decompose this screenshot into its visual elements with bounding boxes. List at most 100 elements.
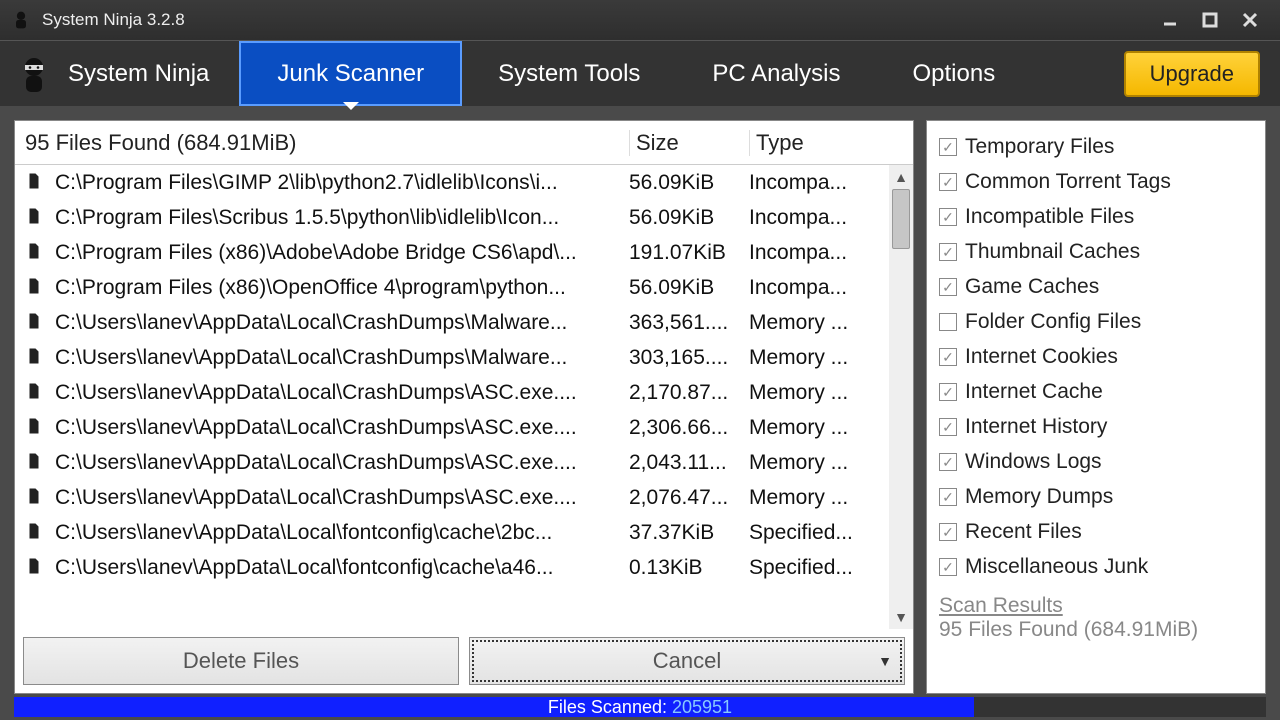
ninja-icon (14, 54, 54, 94)
filter-recent-files[interactable]: Recent Files (939, 514, 1253, 549)
filter-miscellaneous-junk[interactable]: Miscellaneous Junk (939, 549, 1253, 584)
titlebar[interactable]: System Ninja 3.2.8 (0, 0, 1280, 40)
table-row[interactable]: C:\Users\lanev\AppData\Local\fontconfig\… (15, 515, 889, 550)
filter-label: Temporary Files (965, 135, 1114, 159)
row-size: 37.37KiB (629, 521, 749, 545)
checkbox[interactable] (939, 523, 957, 541)
upgrade-button[interactable]: Upgrade (1124, 51, 1260, 97)
filter-windows-logs[interactable]: Windows Logs (939, 444, 1253, 479)
table-row[interactable]: C:\Program Files (x86)\OpenOffice 4\prog… (15, 270, 889, 305)
progress-label: Files Scanned: (548, 697, 667, 717)
progress-fill (14, 697, 974, 717)
checkbox[interactable] (939, 173, 957, 191)
row-size: 2,076.47... (629, 486, 749, 510)
checkbox[interactable] (939, 558, 957, 576)
table-row[interactable]: C:\Program Files\Scribus 1.5.5\python\li… (15, 200, 889, 235)
file-icon (25, 557, 47, 579)
checkbox[interactable] (939, 138, 957, 156)
filter-incompatible-files[interactable]: Incompatible Files (939, 199, 1253, 234)
table-row[interactable]: C:\Users\lanev\AppData\Local\fontconfig\… (15, 550, 889, 585)
filter-label: Windows Logs (965, 450, 1102, 474)
maximize-button[interactable] (1190, 6, 1230, 34)
row-type: Memory ... (749, 311, 889, 335)
brand-label: System Ninja (68, 60, 209, 88)
header-size[interactable]: Size (629, 130, 749, 156)
table-row[interactable]: C:\Users\lanev\AppData\Local\CrashDumps\… (15, 445, 889, 480)
row-type: Incompa... (749, 206, 889, 230)
tab-system-tools[interactable]: System Tools (462, 41, 676, 106)
row-type: Incompa... (749, 276, 889, 300)
filter-thumbnail-caches[interactable]: Thumbnail Caches (939, 234, 1253, 269)
checkbox[interactable] (939, 488, 957, 506)
app-window: System Ninja 3.2.8 System Ninja Junk Sca… (0, 0, 1280, 720)
filter-internet-history[interactable]: Internet History (939, 409, 1253, 444)
table-row[interactable]: C:\Users\lanev\AppData\Local\CrashDumps\… (15, 375, 889, 410)
checkbox[interactable] (939, 278, 957, 296)
row-path: C:\Users\lanev\AppData\Local\CrashDumps\… (55, 451, 629, 475)
app-icon (10, 9, 32, 31)
chevron-down-icon[interactable]: ▼ (878, 653, 892, 669)
vertical-scrollbar[interactable]: ▲ ▼ (889, 165, 913, 629)
file-icon (25, 242, 47, 264)
scan-results-link[interactable]: Scan Results (939, 594, 1253, 618)
header-type[interactable]: Type (749, 130, 889, 156)
table-row[interactable]: C:\Users\lanev\AppData\Local\CrashDumps\… (15, 410, 889, 445)
row-type: Memory ... (749, 451, 889, 475)
delete-files-button[interactable]: Delete Files (23, 637, 459, 685)
close-button[interactable] (1230, 6, 1270, 34)
filter-label: Memory Dumps (965, 485, 1113, 509)
row-size: 0.13KiB (629, 556, 749, 580)
table-row[interactable]: C:\Users\lanev\AppData\Local\CrashDumps\… (15, 480, 889, 515)
progress-text: Files Scanned: 205951 (548, 697, 732, 718)
file-icon (25, 207, 47, 229)
file-icon (25, 312, 47, 334)
checkbox[interactable] (939, 208, 957, 226)
tab-pc-analysis[interactable]: PC Analysis (676, 41, 876, 106)
results-list[interactable]: C:\Program Files\GIMP 2\lib\python2.7\id… (15, 165, 889, 629)
checkbox[interactable] (939, 313, 957, 331)
row-size: 2,170.87... (629, 381, 749, 405)
table-row[interactable]: C:\Program Files\GIMP 2\lib\python2.7\id… (15, 165, 889, 200)
tab-junk-scanner[interactable]: Junk Scanner (239, 41, 462, 106)
filter-memory-dumps[interactable]: Memory Dumps (939, 479, 1253, 514)
row-type: Specified... (749, 556, 889, 580)
file-icon (25, 522, 47, 544)
table-row[interactable]: C:\Users\lanev\AppData\Local\CrashDumps\… (15, 340, 889, 375)
filter-label: Game Caches (965, 275, 1099, 299)
checkbox[interactable] (939, 418, 957, 436)
row-path: C:\Users\lanev\AppData\Local\CrashDumps\… (55, 381, 629, 405)
file-icon (25, 277, 47, 299)
checkbox[interactable] (939, 453, 957, 471)
row-size: 2,306.66... (629, 416, 749, 440)
tab-options[interactable]: Options (876, 41, 1031, 106)
window-title: System Ninja 3.2.8 (42, 10, 185, 30)
table-row[interactable]: C:\Program Files (x86)\Adobe\Adobe Bridg… (15, 235, 889, 270)
filter-internet-cache[interactable]: Internet Cache (939, 374, 1253, 409)
filter-game-caches[interactable]: Game Caches (939, 269, 1253, 304)
scroll-up-icon[interactable]: ▲ (889, 165, 913, 189)
scroll-track[interactable] (889, 189, 913, 605)
table-row[interactable]: C:\Users\lanev\AppData\Local\CrashDumps\… (15, 305, 889, 340)
row-path: C:\Program Files (x86)\OpenOffice 4\prog… (55, 276, 629, 300)
filter-label: Folder Config Files (965, 310, 1141, 334)
scroll-thumb[interactable] (892, 189, 910, 249)
filter-temporary-files[interactable]: Temporary Files (939, 129, 1253, 164)
filter-internet-cookies[interactable]: Internet Cookies (939, 339, 1253, 374)
cancel-button[interactable]: Cancel ▼ (469, 637, 905, 685)
row-path: C:\Program Files\Scribus 1.5.5\python\li… (55, 206, 629, 230)
checkbox[interactable] (939, 383, 957, 401)
minimize-button[interactable] (1150, 6, 1190, 34)
header-summary[interactable]: 95 Files Found (684.91MiB) (15, 130, 629, 156)
checkbox[interactable] (939, 243, 957, 261)
row-path: C:\Program Files\GIMP 2\lib\python2.7\id… (55, 171, 629, 195)
row-path: C:\Users\lanev\AppData\Local\CrashDumps\… (55, 416, 629, 440)
scroll-down-icon[interactable]: ▼ (889, 605, 913, 629)
filter-common-torrent-tags[interactable]: Common Torrent Tags (939, 164, 1253, 199)
row-size: 363,561.... (629, 311, 749, 335)
row-path: C:\Program Files (x86)\Adobe\Adobe Bridg… (55, 241, 629, 265)
results-header-row: 95 Files Found (684.91MiB) Size Type (15, 121, 913, 165)
file-icon (25, 172, 47, 194)
row-type: Memory ... (749, 416, 889, 440)
checkbox[interactable] (939, 348, 957, 366)
filter-folder-config-files[interactable]: Folder Config Files (939, 304, 1253, 339)
